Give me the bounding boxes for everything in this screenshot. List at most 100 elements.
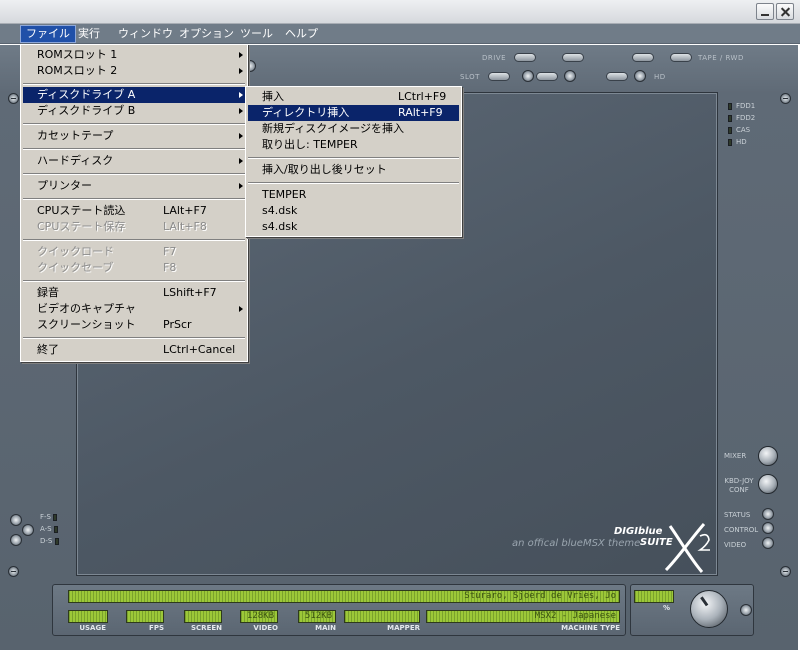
menu-item-recent-s4-dsk[interactable]: s4.dsk xyxy=(248,203,459,219)
menu-item-save-cpu-state: CPUステート保存 LAlt+F8 xyxy=(23,219,245,235)
screw-icon xyxy=(8,566,19,577)
left-knob-3[interactable] xyxy=(10,534,22,546)
menu-separator xyxy=(23,123,245,125)
menu-item-insert-new-disk-image[interactable]: 新規ディスクイメージを挿入 xyxy=(248,121,459,137)
hd-switch[interactable] xyxy=(606,72,628,81)
screw-icon xyxy=(780,566,791,577)
submenu-arrow-icon xyxy=(239,183,243,189)
slot-knob-1[interactable] xyxy=(522,70,534,82)
menu-item-recent-s4-dsk-2[interactable]: s4.dsk xyxy=(248,219,459,235)
slot-switch-2[interactable] xyxy=(536,72,558,81)
menu-item-insert[interactable]: 挿入 LCtrl+F9 xyxy=(248,89,459,105)
usage-display xyxy=(68,610,108,623)
menu-item-label: 取り出し: TEMPER xyxy=(262,138,358,151)
fps-label: FPS xyxy=(149,624,164,632)
left-knob-1[interactable] xyxy=(10,514,22,526)
menu-window[interactable]: ウィンドウ xyxy=(113,25,178,43)
led-hd: HD xyxy=(728,137,747,147)
menu-item-shortcut: LCtrl+Cancel xyxy=(163,343,236,356)
slot-switch-1[interactable] xyxy=(488,72,510,81)
led-cas: CAS xyxy=(728,125,750,135)
menu-item-rom-slot-1[interactable]: ROMスロット 1 xyxy=(23,47,245,63)
control-knob[interactable] xyxy=(762,522,774,534)
drive-switch-2[interactable] xyxy=(562,53,584,62)
tape-switch-2[interactable] xyxy=(670,53,692,62)
file-menu: ROMスロット 1 ROMスロット 2 ディスクドライブ A ディスクドライブ … xyxy=(20,44,248,362)
main-display: 512KB xyxy=(298,610,336,623)
title-bar xyxy=(0,0,800,24)
fps-display xyxy=(126,610,164,623)
led-ds: D-S xyxy=(40,536,63,546)
video-knob[interactable] xyxy=(762,537,774,549)
submenu-arrow-icon xyxy=(239,108,243,114)
menu-item-label: ディレクトリ挿入 xyxy=(262,106,350,119)
menu-item-label: ハードディスク xyxy=(37,154,114,167)
drive-switch-1[interactable] xyxy=(514,53,536,62)
submenu-arrow-icon xyxy=(239,68,243,74)
minimize-button[interactable] xyxy=(756,3,774,20)
menu-item-label: TEMPER xyxy=(262,188,307,201)
menu-item-shortcut: RAlt+F9 xyxy=(398,106,443,119)
menu-separator xyxy=(23,239,245,241)
mapper-display xyxy=(344,610,420,623)
menu-options[interactable]: オプション xyxy=(174,25,239,43)
menu-item-load-cpu-state[interactable]: CPUステート読込 LAlt+F7 xyxy=(23,203,245,219)
menu-item-eject[interactable]: 取り出し: TEMPER xyxy=(248,137,459,153)
menu-item-label: 録音 xyxy=(37,286,59,299)
menu-item-reset-after-insert-eject[interactable]: 挿入/取り出し後リセット xyxy=(248,162,459,178)
mapper-label: MAPPER xyxy=(387,624,420,632)
menu-item-screenshot[interactable]: スクリーンショット PrScr xyxy=(23,317,245,333)
credits-ticker: Sturaro, Sjoerd de Vries, Jo xyxy=(68,590,620,603)
submenu-arrow-icon xyxy=(239,133,243,139)
screw-icon xyxy=(8,93,19,104)
tape-switch-1[interactable] xyxy=(632,53,654,62)
menu-item-shortcut: F7 xyxy=(163,245,177,258)
menu-item-rom-slot-2[interactable]: ROMスロット 2 xyxy=(23,63,245,79)
mixer-knob[interactable] xyxy=(758,446,778,466)
menu-item-label: CPUステート読込 xyxy=(37,204,126,217)
left-knob-2[interactable] xyxy=(22,524,34,536)
machine-type-label: MACHINE TYPE xyxy=(561,624,620,632)
menu-run[interactable]: 実行 xyxy=(73,25,105,43)
menu-bar: ファイル 実行 ウィンドウ オプション ツール ヘルプ xyxy=(0,24,800,44)
menu-item-cassette-tape[interactable]: カセットテープ xyxy=(23,128,245,144)
led-as: A-S xyxy=(40,524,62,534)
submenu-arrow-icon xyxy=(239,92,243,98)
submenu-arrow-icon xyxy=(239,306,243,312)
control-label: CONTROL xyxy=(724,526,759,534)
menu-file[interactable]: ファイル xyxy=(20,25,76,43)
menu-item-hard-disk[interactable]: ハードディスク xyxy=(23,153,245,169)
kbd-joy-conf-label: KBD-JOY CONF xyxy=(724,477,754,494)
video-display: 128KB xyxy=(240,610,278,623)
kbd-joy-conf-knob[interactable] xyxy=(758,474,778,494)
menu-item-record-audio[interactable]: 録音 LShift+F7 xyxy=(23,285,245,301)
menu-item-exit[interactable]: 終了 LCtrl+Cancel xyxy=(23,342,245,358)
menu-item-label: 挿入 xyxy=(262,90,284,103)
screen-label: SCREEN xyxy=(191,624,222,632)
status-knob[interactable] xyxy=(762,508,774,520)
menu-item-recent-temper[interactable]: TEMPER xyxy=(248,187,459,203)
volume-small-knob[interactable] xyxy=(740,604,752,616)
menu-item-insert-directory[interactable]: ディレクトリ挿入 RAlt+F9 xyxy=(248,105,459,121)
menu-item-printer[interactable]: プリンター xyxy=(23,178,245,194)
menu-item-label: ROMスロット 1 xyxy=(37,48,118,61)
menu-item-disk-drive-b[interactable]: ディスクドライブ B xyxy=(23,103,245,119)
menu-tools[interactable]: ツール xyxy=(235,25,278,43)
menu-item-disk-drive-a[interactable]: ディスクドライブ A xyxy=(23,87,245,103)
close-button[interactable] xyxy=(776,3,794,20)
menu-separator xyxy=(248,157,459,159)
video-label: VIDEO xyxy=(724,541,747,549)
menu-item-label: s4.dsk xyxy=(262,204,298,217)
slot-knob-2[interactable] xyxy=(564,70,576,82)
menu-item-label: s4.dsk xyxy=(262,220,298,233)
disk-drive-a-submenu: 挿入 LCtrl+F9 ディレクトリ挿入 RAlt+F9 新規ディスクイメージを… xyxy=(245,86,462,237)
menu-item-label: ディスクドライブ A xyxy=(37,88,136,101)
menu-item-video-capture[interactable]: ビデオのキャプチャ xyxy=(23,301,245,317)
volume-knob[interactable] xyxy=(690,590,728,628)
menu-separator xyxy=(23,280,245,282)
menu-help[interactable]: ヘルプ xyxy=(280,25,323,43)
hd-knob[interactable] xyxy=(634,70,646,82)
led-fs: F-S xyxy=(40,512,61,522)
screw-icon xyxy=(780,93,791,104)
menu-separator xyxy=(23,337,245,339)
